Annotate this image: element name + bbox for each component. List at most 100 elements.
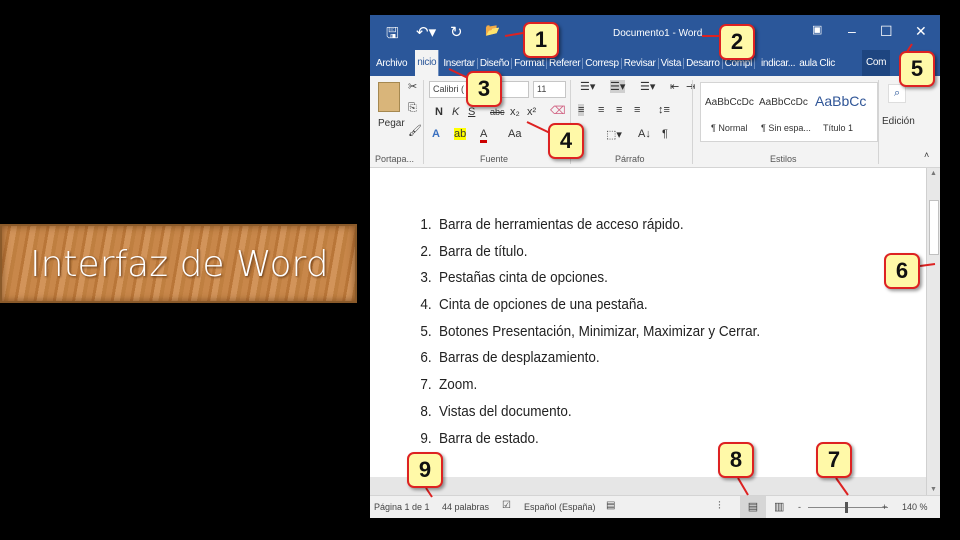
align-right-icon[interactable]: ≡ [616, 104, 622, 116]
ribbon-display-icon[interactable]: ▣ [812, 23, 822, 36]
zoom-level[interactable]: 140 % [902, 502, 928, 512]
macro-icon[interactable]: ▤ [606, 500, 615, 511]
tab-formato[interactable]: Format [512, 57, 548, 69]
styles-gallery: AaBbCcDc ¶ Normal AaBbCcDc ¶ Sin espa...… [700, 82, 878, 142]
tab-revisar[interactable]: Revisar [622, 57, 659, 69]
clear-format-icon[interactable]: ⌫ [550, 104, 566, 117]
align-center-icon[interactable]: ≡ [598, 104, 604, 116]
edicion-button[interactable]: Edición [882, 116, 915, 127]
undo-icon[interactable]: ↶▾ [416, 23, 436, 41]
callout-3: 3 [466, 71, 502, 107]
align-left-icon[interactable]: ≡ [578, 104, 585, 116]
proofing-icon[interactable]: ☑ [502, 500, 511, 511]
multilevel-list-icon[interactable]: ☰▾ [640, 80, 655, 93]
callout-7: 7 [816, 442, 852, 478]
tell-me-search[interactable]: indicar... [759, 58, 797, 69]
tab-correspondencia[interactable]: Corresp [583, 57, 622, 69]
callout-4: 4 [548, 123, 584, 159]
zoom-out-button[interactable]: - [798, 502, 801, 512]
paste-label[interactable]: Pegar [378, 118, 405, 129]
bullets-icon[interactable]: ☰▾ [580, 80, 595, 93]
style-normal-name[interactable]: ¶ Normal [711, 123, 747, 133]
style-nospacing-name[interactable]: ¶ Sin espa... [761, 123, 811, 133]
style-normal-preview[interactable]: AaBbCcDc [705, 97, 754, 108]
zoom-slider[interactable] [808, 507, 888, 508]
ribbon-tabs: Archivo nicio Insertar Diseño Format Ref… [370, 50, 940, 76]
increase-indent-icon[interactable]: ⇥ [686, 80, 695, 93]
maximize-button[interactable]: ☐ [880, 23, 893, 40]
list-item: Zoom. [435, 376, 760, 403]
save-icon[interactable]: 🖫 [386, 23, 399, 48]
tab-desarrollador[interactable]: Desarro [684, 57, 723, 69]
cut-icon[interactable]: ✂ [408, 80, 417, 93]
divider [692, 80, 693, 164]
sort-icon[interactable]: A↓ [638, 128, 651, 140]
borders-icon[interactable]: ⬚▾ [606, 128, 622, 141]
text-effects-icon[interactable]: A [432, 128, 440, 140]
scroll-down-icon[interactable]: ▼ [930, 486, 937, 493]
close-button[interactable]: ✕ [915, 23, 927, 40]
user-name: aula Clic [799, 57, 835, 69]
tab-referencias[interactable]: Referer [547, 57, 584, 69]
print-layout-icon[interactable]: ▤ [740, 496, 766, 518]
page-count[interactable]: Página 1 de 1 [374, 502, 430, 512]
language[interactable]: Español (España) [524, 502, 596, 512]
list-item: Pestañas cinta de opciones. [435, 269, 760, 296]
strikethrough-button[interactable]: abc [490, 107, 505, 117]
read-mode-icon[interactable]: ⫶ [718, 500, 721, 513]
collapse-ribbon-icon[interactable]: ˄ [924, 150, 929, 160]
zoom-slider-thumb[interactable] [845, 502, 848, 513]
copy-icon[interactable]: ⎘ [408, 102, 417, 115]
share-button[interactable]: Com [862, 50, 891, 76]
tab-vista[interactable]: Vista [659, 57, 685, 69]
underline-button[interactable]: S [468, 106, 475, 118]
tab-diseno[interactable]: Diseño [478, 57, 513, 69]
decrease-indent-icon[interactable]: ⇤ [670, 80, 679, 93]
open-folder-icon[interactable]: 📂 [485, 23, 500, 37]
callout-6: 6 [884, 253, 920, 289]
tab-insertar[interactable]: Insertar [441, 57, 478, 69]
list-item: Barras de desplazamiento. [435, 349, 760, 376]
paste-icon[interactable] [378, 82, 400, 112]
web-layout-icon[interactable]: ▥ [774, 500, 784, 513]
divider [878, 80, 879, 164]
slide-title-box: Interfaz de Word [0, 224, 357, 303]
group-fuente: Fuente [480, 154, 509, 164]
style-nospacing-preview[interactable]: AaBbCcDc [759, 97, 808, 108]
show-marks-icon[interactable]: ¶ [662, 128, 668, 140]
line-spacing-icon[interactable]: ↕≡ [658, 104, 670, 116]
justify-icon[interactable]: ≡ [634, 104, 640, 116]
find-icon[interactable]: ⌕ [888, 84, 907, 103]
style-title1-name[interactable]: Título 1 [823, 123, 853, 133]
redo-icon[interactable]: ↻ [450, 23, 463, 41]
scroll-up-icon[interactable]: ▲ [930, 170, 937, 177]
divider [423, 80, 424, 164]
vertical-scrollbar[interactable]: ▲ ▼ [926, 168, 940, 495]
group-portapapeles: Portapa... [375, 154, 415, 164]
superscript-button[interactable]: x² [527, 106, 536, 118]
word-count[interactable]: 44 palabras [442, 502, 489, 512]
ribbon: Pegar ✂ ⎘ 🖌 Calibri ( 11 N K S abc x₂ x²… [370, 76, 940, 168]
bold-button[interactable]: N [435, 106, 443, 118]
highlight-icon[interactable]: ab [454, 128, 467, 140]
format-painter-icon[interactable]: 🖌 [408, 124, 422, 137]
title-bar: 🖫 ↶▾ ↻ 📂 Documento1 - Word ▣ – ☐ ✕ [370, 15, 940, 50]
callout-9: 9 [407, 452, 443, 488]
scroll-thumb[interactable] [929, 200, 939, 255]
list-item: Cinta de opciones de una pestaña. [435, 296, 760, 323]
group-estilos: Estilos [770, 154, 797, 164]
callout-8: 8 [718, 442, 754, 478]
list-item: Barra de título. [435, 243, 760, 270]
numbering-icon[interactable]: ☰▾ [610, 80, 626, 93]
minimize-button[interactable]: – [848, 23, 856, 39]
font-color-icon[interactable]: A [480, 128, 488, 143]
zoom-in-button[interactable]: + [882, 502, 887, 512]
tab-archivo[interactable]: Archivo [374, 58, 409, 69]
italic-button[interactable]: K [452, 106, 459, 118]
change-case-button[interactable]: Aa [508, 128, 521, 140]
style-title1-preview[interactable]: AaBbCc [815, 93, 866, 109]
tab-inicio[interactable]: nicio [415, 50, 440, 76]
font-size-select[interactable]: 11 [533, 81, 566, 98]
list-item: Vistas del documento. [435, 403, 760, 430]
subscript-button[interactable]: x₂ [510, 106, 520, 118]
